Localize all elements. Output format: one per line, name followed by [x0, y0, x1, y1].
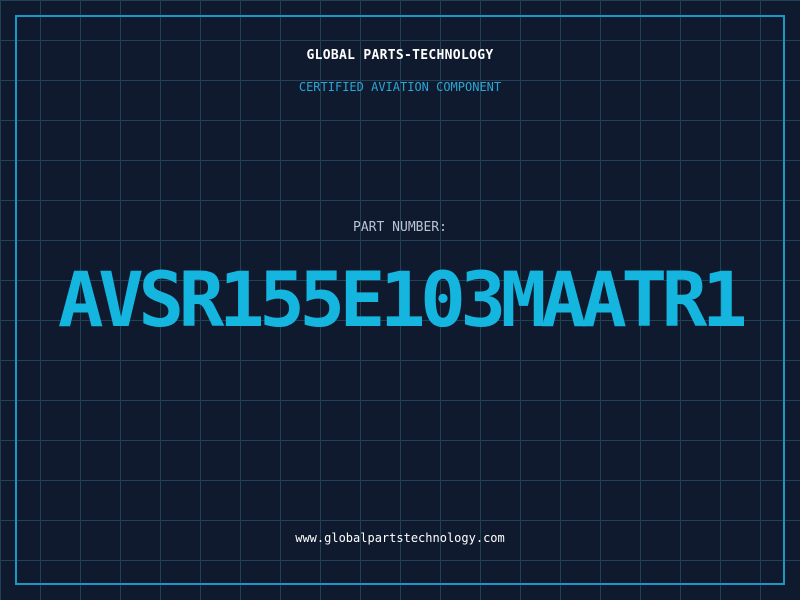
part-number-label: PART NUMBER: [353, 220, 447, 235]
brand-title: GLOBAL PARTS-TECHNOLOGY [306, 48, 494, 63]
certification-subtitle: CERTIFIED AVIATION COMPONENT [298, 80, 502, 94]
certificate-card: GLOBAL PARTS-TECHNOLOGY CERTIFIED AVIATI… [0, 0, 800, 600]
website-link[interactable]: www.globalpartstechnology.com [0, 531, 800, 545]
part-number-value: AVSR155E103MAATR1 [57, 255, 748, 344]
